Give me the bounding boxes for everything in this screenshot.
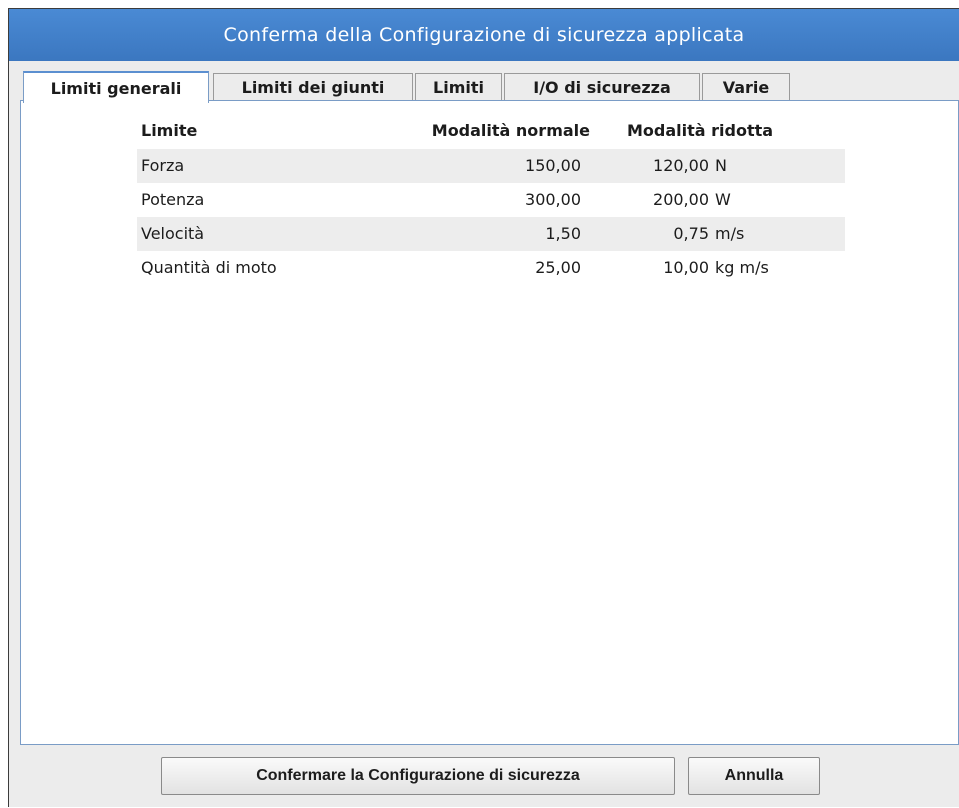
cell-limit-name: Quantità di moto	[141, 258, 277, 277]
header-modalita-ridotta: Modalità ridotta	[627, 121, 774, 140]
tab-label: Limiti	[433, 78, 484, 97]
tab-label: Limiti dei giunti	[241, 78, 385, 97]
confirm-safety-configuration-button[interactable]: Confermare la Configurazione di sicurezz…	[161, 757, 675, 795]
tab-limiti-generali[interactable]: Limiti generali	[23, 71, 209, 103]
cell-reduced-value: 200,00	[653, 190, 709, 209]
cell-unit: N	[715, 156, 727, 175]
cell-limit-name: Forza	[141, 156, 185, 175]
cell-limit-name: Velocità	[141, 224, 205, 243]
tab-limiti[interactable]: Limiti	[415, 73, 502, 101]
tab-label: Limiti generali	[50, 78, 182, 98]
tab-limiti-dei-giunti[interactable]: Limiti dei giunti	[213, 73, 413, 101]
safety-confirm-dialog: Conferma della Configurazione di sicurez…	[8, 8, 959, 807]
cell-normal-value: 1,50	[545, 224, 581, 243]
cell-unit: W	[715, 190, 731, 209]
header-limite: Limite	[141, 121, 198, 140]
limits-table: Limite Modalità normale Modalità ridotta…	[137, 113, 845, 285]
cell-unit: kg m/s	[715, 258, 769, 277]
cell-normal-value: 300,00	[525, 190, 581, 209]
cell-normal-value: 150,00	[525, 156, 581, 175]
tab-panel-limiti-generali: Limite Modalità normale Modalità ridotta…	[20, 100, 959, 745]
table-row: Forza 150,00 120,00 N	[137, 149, 845, 183]
table-row: Potenza 300,00 200,00 W	[137, 183, 845, 217]
cell-reduced-value: 0,75	[673, 224, 709, 243]
table-row: Velocità 1,50 0,75 m/s	[137, 217, 845, 251]
cell-reduced-value: 120,00	[653, 156, 709, 175]
tab-label: I/O di sicurezza	[533, 78, 671, 97]
tab-io-di-sicurezza[interactable]: I/O di sicurezza	[504, 73, 700, 101]
header-modalita-normale: Modalità normale	[431, 121, 590, 140]
dialog-title-bar: Conferma della Configurazione di sicurez…	[9, 9, 959, 61]
dialog-title: Conferma della Configurazione di sicurez…	[223, 24, 745, 46]
cancel-button[interactable]: Annulla	[688, 757, 820, 795]
table-row: Quantità di moto 25,00 10,00 kg m/s	[137, 251, 845, 285]
tab-label: Varie	[722, 78, 770, 97]
table-header: Limite Modalità normale Modalità ridotta	[137, 113, 845, 149]
cell-normal-value: 25,00	[535, 258, 581, 277]
dialog-footer: Confermare la Configurazione di sicurezz…	[9, 746, 959, 808]
cell-limit-name: Potenza	[141, 190, 205, 209]
cell-reduced-value: 10,00	[663, 258, 709, 277]
cell-unit: m/s	[715, 224, 745, 243]
tab-varie[interactable]: Varie	[702, 73, 790, 101]
